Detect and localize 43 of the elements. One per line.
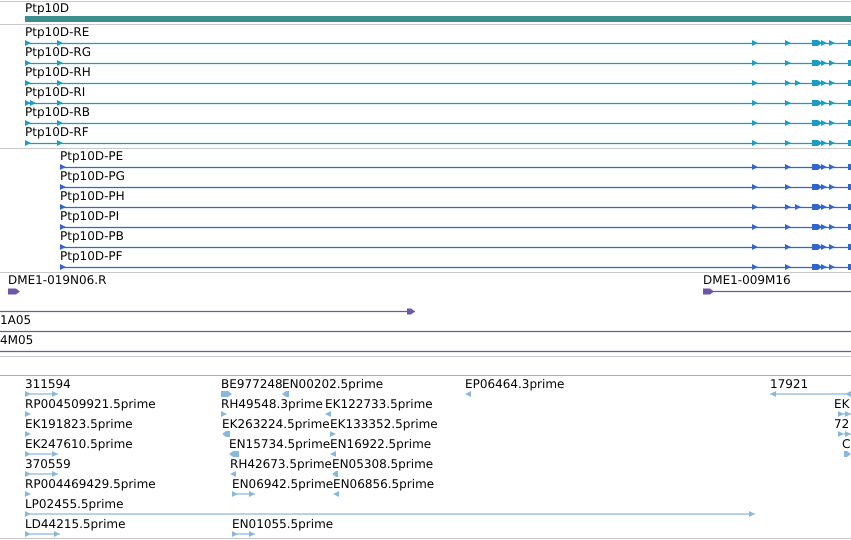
feature-label: EN00202.5prime: [282, 377, 384, 391]
feature-label: Ptp10D-RF: [25, 125, 89, 139]
feature-label: EK191823.5prime: [25, 417, 133, 431]
feature-label: EN05308.5prime: [332, 457, 434, 471]
feature-label: 311594: [25, 377, 71, 391]
feature-label: 370559: [25, 457, 71, 471]
feature-label: DME1-019N06.R: [8, 273, 106, 287]
feature-label: Ptp10D-RE: [25, 25, 90, 39]
feature-label: EN06856.5prime: [333, 477, 434, 491]
feature-label: Ptp10D-RH: [25, 65, 91, 79]
feature-label: Ptp10D: [25, 1, 70, 15]
feature-label: EN16922.5prime: [330, 437, 432, 451]
feature-label: EN01055.5prime: [232, 517, 334, 531]
feature-label: EK247610.5prime: [25, 437, 133, 451]
feature-label: Ptp10D-PG: [60, 169, 125, 183]
feature-label: Ptp10D-RI: [25, 85, 86, 99]
feature-label: Ptp10D-RB: [25, 105, 90, 119]
feature-label: EK263224.5prime: [222, 417, 330, 431]
feature-label: EK: [834, 397, 850, 411]
feature-label: EN15734.5prime: [229, 437, 330, 451]
feature-label: DME1-009M16: [703, 273, 791, 287]
feature-label: Ptp10D-PF: [60, 249, 123, 263]
feature-label: RP004469429.5prime: [25, 477, 156, 491]
feature-label: EN06942.5prime: [232, 477, 334, 491]
feature-label: C: [842, 437, 850, 451]
feature-label: LP02455.5prime: [25, 497, 124, 511]
feature-label: Ptp10D-PE: [60, 149, 124, 163]
feature-label: Ptp10D-PI: [60, 209, 120, 223]
feature-label: LD44215.5prime: [25, 517, 126, 531]
feature-label: Ptp10D-PB: [60, 229, 124, 243]
feature-label: BE977248: [221, 377, 283, 391]
feature-label: Ptp10D-PH: [60, 189, 125, 203]
feature-label: EK122733.5prime: [325, 397, 433, 411]
feature-label: Ptp10D-RG: [25, 45, 92, 59]
feature-label: RH49548.3prime: [221, 397, 323, 411]
feature-label: 72: [834, 417, 850, 431]
feature-label: 4M05: [0, 333, 34, 347]
feature-label: RH42673.5prime: [230, 457, 332, 471]
feature-label: EK133352.5prime: [330, 417, 438, 431]
feature-label: EP06464.3prime: [465, 377, 564, 391]
feature-label: RP004509921.5prime: [25, 397, 156, 411]
feature-label: 1A05: [0, 313, 32, 327]
feature-label: 17921: [770, 377, 808, 391]
